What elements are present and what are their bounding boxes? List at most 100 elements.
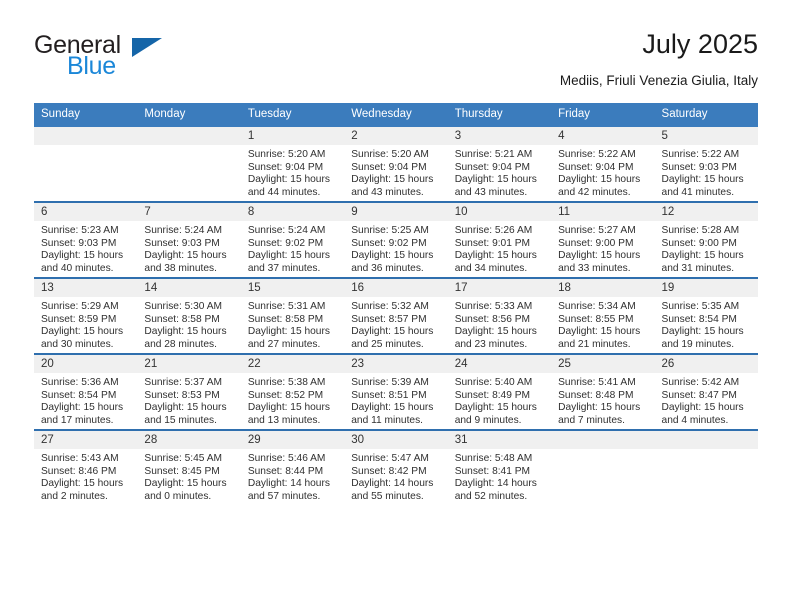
calendar-day-cell[interactable]: 17 Sunrise: 5:33 AM Sunset: 8:56 PM Dayligh…: [447, 277, 552, 354]
calendar-day-cell[interactable]: 2 Sunrise: 5:20 AM Sunset: 9:04 PM Daylight…: [344, 127, 448, 202]
calendar-day-cell[interactable]: 16 Sunrise: 5:32 AM Sunset: 8:57 PM Dayligh…: [344, 277, 448, 354]
daylight-text-line2: and 33 minutes.: [558, 262, 631, 274]
day-number: 6: [34, 203, 138, 221]
day-cell-content: 9 Sunrise: 5:25 AM Sunset: 9:02 PM Daylight…: [344, 203, 448, 277]
calendar-day-cell[interactable]: 7 Sunrise: 5:24 AM Sunset: 9:03 PM Daylight…: [137, 201, 241, 278]
day-number: [551, 431, 655, 449]
calendar-day-cell[interactable]: 15 Sunrise: 5:31 AM Sunset: 8:58 PM Dayligh…: [240, 277, 345, 354]
day-details: Sunrise: 5:20 AM Sunset: 9:04 PM Daylight:…: [241, 145, 344, 199]
calendar-day-cell[interactable]: 8 Sunrise: 5:24 AM Sunset: 9:02 PM Daylight…: [240, 201, 345, 278]
sunrise-text: Sunrise: 5:21 AM: [454, 149, 533, 160]
daylight-text-line1: Daylight: 15 hours: [558, 174, 641, 186]
day-cell-content: 28 Sunrise: 5:45 AM Sunset: 8:45 PM Dayligh…: [137, 431, 241, 505]
daylight-text-line2: and 23 minutes.: [454, 338, 528, 350]
day-cell-content: 14 Sunrise: 5:30 AM Sunset: 8:58 PM Dayligh…: [137, 279, 241, 353]
calendar-day-cell[interactable]: 20 Sunrise: 5:36 AM Sunset: 8:54 PM Dayligh…: [34, 353, 138, 430]
calendar-day-cell[interactable]: 4 Sunrise: 5:22 AM Sunset: 9:04 PM Daylight…: [551, 127, 655, 202]
day-details: Sunrise: 5:38 AM Sunset: 8:52 PM Daylight:…: [241, 373, 344, 427]
column-header-monday: Monday: [137, 103, 241, 127]
calendar-day-cell[interactable]: 13 Sunrise: 5:29 AM Sunset: 8:59 PM Dayligh…: [34, 277, 138, 354]
daylight-text-line2: and 9 minutes.: [454, 414, 522, 426]
calendar-empty-cell: [654, 429, 758, 505]
day-details: Sunrise: 5:37 AM Sunset: 8:53 PM Daylight:…: [137, 373, 240, 427]
calendar-day-cell[interactable]: 22 Sunrise: 5:38 AM Sunset: 8:52 PM Dayligh…: [240, 353, 345, 430]
page-header: General Blue July 2025 Mediis, Friuli Ve…: [34, 28, 758, 98]
sunrise-text: Sunrise: 5:29 AM: [41, 301, 119, 312]
daylight-text-line2: and 41 minutes.: [661, 186, 735, 198]
day-number: 12: [654, 203, 758, 221]
day-details: Sunrise: 5:42 AM Sunset: 8:47 PM Daylight:…: [655, 373, 758, 427]
day-number: 17: [447, 279, 552, 297]
sunset-text: Sunset: 8:49 PM: [454, 389, 531, 401]
day-details: Sunrise: 5:20 AM Sunset: 9:04 PM Daylight:…: [344, 145, 447, 199]
calendar-day-cell[interactable]: 25 Sunrise: 5:41 AM Sunset: 8:48 PM Dayligh…: [551, 353, 655, 430]
calendar-day-cell[interactable]: 21 Sunrise: 5:37 AM Sunset: 8:53 PM Dayligh…: [137, 353, 241, 430]
day-details: Sunrise: 5:24 AM Sunset: 9:02 PM Daylight:…: [241, 221, 344, 275]
sunset-text: Sunset: 9:01 PM: [454, 237, 531, 249]
brand-name-blue: Blue: [67, 52, 116, 80]
day-number: 5: [654, 127, 758, 145]
calendar-day-cell[interactable]: 3 Sunrise: 5:21 AM Sunset: 9:04 PM Daylight…: [447, 127, 552, 202]
day-details: Sunrise: 5:33 AM Sunset: 8:56 PM Daylight:…: [448, 297, 551, 351]
daylight-text-line2: and 19 minutes.: [661, 338, 735, 350]
calendar-day-cell[interactable]: 28 Sunrise: 5:45 AM Sunset: 8:45 PM Dayligh…: [137, 429, 241, 505]
daylight-text-line1: Daylight: 15 hours: [247, 174, 330, 186]
calendar-day-cell[interactable]: 23 Sunrise: 5:39 AM Sunset: 8:51 PM Dayligh…: [344, 353, 448, 430]
day-details: Sunrise: 5:35 AM Sunset: 8:54 PM Daylight:…: [655, 297, 758, 351]
day-number: [654, 431, 758, 449]
calendar-day-cell[interactable]: 12 Sunrise: 5:28 AM Sunset: 9:00 PM Dayligh…: [654, 201, 758, 278]
sunrise-text: Sunrise: 5:39 AM: [351, 377, 429, 388]
day-number: 4: [551, 127, 655, 145]
sunset-text: Sunset: 9:03 PM: [41, 237, 117, 249]
daylight-text-line2: and 2 minutes.: [41, 490, 108, 502]
calendar-day-cell[interactable]: 31 Sunrise: 5:48 AM Sunset: 8:41 PM Dayligh…: [447, 429, 552, 505]
sunset-text: Sunset: 8:54 PM: [41, 389, 117, 401]
day-number: 15: [240, 279, 345, 297]
day-number: 2: [344, 127, 448, 145]
sunset-text: Sunset: 9:04 PM: [454, 161, 531, 173]
sunrise-text: Sunrise: 5:24 AM: [144, 225, 223, 236]
day-number: [137, 127, 241, 145]
sunrise-text: Sunrise: 5:33 AM: [454, 301, 533, 312]
brand-logo[interactable]: General Blue: [34, 32, 244, 90]
calendar-day-cell[interactable]: 27 Sunrise: 5:43 AM Sunset: 8:46 PM Dayligh…: [34, 429, 138, 505]
calendar-week-row: 6 Sunrise: 5:23 AM Sunset: 9:03 PM Daylight…: [34, 201, 758, 278]
day-cell-content: [551, 431, 655, 505]
daylight-text-line1: Daylight: 15 hours: [144, 478, 227, 490]
day-details: Sunrise: 5:48 AM Sunset: 8:41 PM Daylight:…: [448, 449, 551, 503]
calendar-day-cell[interactable]: 29 Sunrise: 5:46 AM Sunset: 8:44 PM Dayligh…: [240, 429, 345, 505]
day-cell-content: 6 Sunrise: 5:23 AM Sunset: 9:03 PM Daylight…: [34, 203, 138, 277]
calendar-day-cell[interactable]: 18 Sunrise: 5:34 AM Sunset: 8:55 PM Dayligh…: [551, 277, 655, 354]
sunrise-text: Sunrise: 5:25 AM: [351, 225, 429, 236]
sunrise-text: Sunrise: 5:43 AM: [41, 453, 119, 464]
day-cell-content: 26 Sunrise: 5:42 AM Sunset: 8:47 PM Dayligh…: [654, 355, 758, 429]
calendar-day-cell[interactable]: 14 Sunrise: 5:30 AM Sunset: 8:58 PM Dayligh…: [137, 277, 241, 354]
calendar-day-cell[interactable]: 19 Sunrise: 5:35 AM Sunset: 8:54 PM Dayligh…: [654, 277, 758, 354]
calendar-day-cell[interactable]: 9 Sunrise: 5:25 AM Sunset: 9:02 PM Daylight…: [344, 201, 448, 278]
calendar-day-cell[interactable]: 11 Sunrise: 5:27 AM Sunset: 9:00 PM Dayligh…: [551, 201, 655, 278]
calendar-day-cell[interactable]: 6 Sunrise: 5:23 AM Sunset: 9:03 PM Daylight…: [34, 201, 138, 278]
daylight-text-line1: Daylight: 15 hours: [661, 174, 744, 186]
sunset-text: Sunset: 9:02 PM: [247, 237, 324, 249]
calendar-day-cell[interactable]: 24 Sunrise: 5:40 AM Sunset: 8:49 PM Dayligh…: [447, 353, 552, 430]
day-cell-content: 18 Sunrise: 5:34 AM Sunset: 8:55 PM Dayligh…: [551, 279, 655, 353]
day-number: 24: [447, 355, 552, 373]
daylight-text-line2: and 42 minutes.: [558, 186, 631, 198]
sunset-text: Sunset: 8:56 PM: [454, 313, 531, 325]
sunset-text: Sunset: 8:53 PM: [144, 389, 220, 401]
daylight-text-line1: Daylight: 15 hours: [247, 326, 330, 338]
calendar-day-cell[interactable]: 30 Sunrise: 5:47 AM Sunset: 8:42 PM Dayligh…: [344, 429, 448, 505]
calendar-day-cell[interactable]: 5 Sunrise: 5:22 AM Sunset: 9:03 PM Daylight…: [654, 127, 758, 202]
calendar-day-cell[interactable]: 26 Sunrise: 5:42 AM Sunset: 8:47 PM Dayligh…: [654, 353, 758, 430]
day-number: 3: [447, 127, 552, 145]
day-number: 16: [344, 279, 448, 297]
sunset-text: Sunset: 9:04 PM: [247, 161, 324, 173]
calendar-day-cell[interactable]: 1 Sunrise: 5:20 AM Sunset: 9:04 PM Daylight…: [240, 127, 345, 202]
sunset-text: Sunset: 9:03 PM: [144, 237, 220, 249]
calendar-day-cell[interactable]: 10 Sunrise: 5:26 AM Sunset: 9:01 PM Dayligh…: [447, 201, 552, 278]
day-details: Sunrise: 5:21 AM Sunset: 9:04 PM Daylight:…: [448, 145, 551, 199]
sunrise-text: Sunrise: 5:30 AM: [144, 301, 223, 312]
sunrise-text: Sunrise: 5:48 AM: [454, 453, 533, 464]
sunrise-text: Sunrise: 5:20 AM: [247, 149, 326, 160]
day-cell-content: 24 Sunrise: 5:40 AM Sunset: 8:49 PM Dayligh…: [447, 355, 552, 429]
